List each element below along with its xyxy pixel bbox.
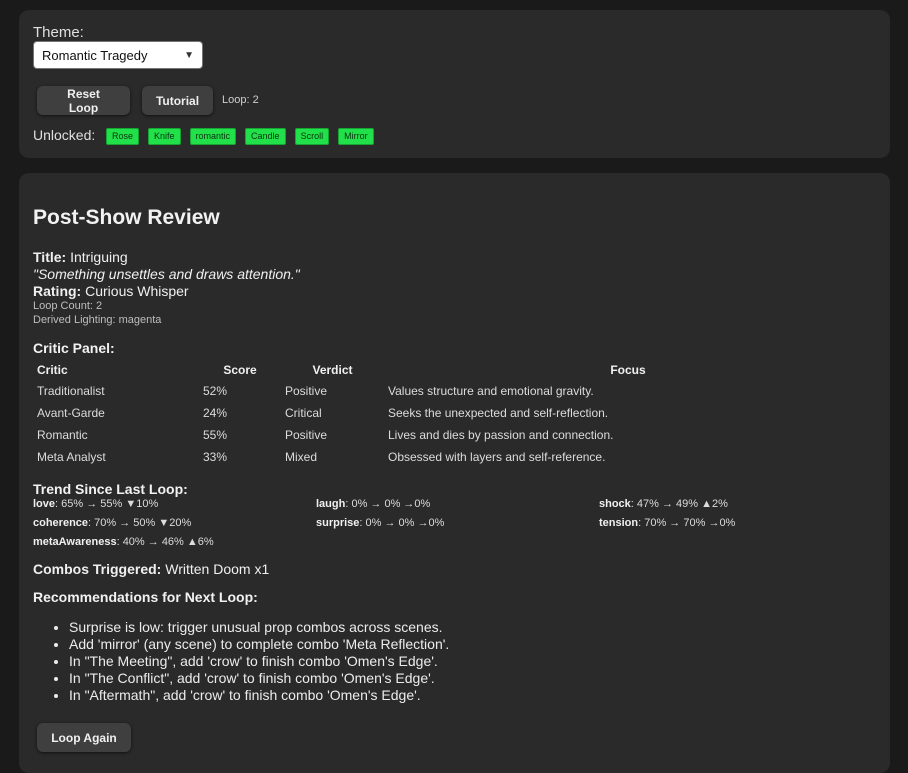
table-row: Avant-Garde 24% Critical Seeks the unexp… — [33, 402, 872, 424]
trend-name: laugh — [316, 498, 346, 510]
critic-table: Critic Score Verdict Focus Traditionalis… — [33, 360, 872, 468]
trend-values: : 40% → 46% ▲6% — [116, 536, 214, 548]
trend-heading: Trend Since Last Loop: — [33, 481, 188, 497]
critic-name: Romantic — [37, 428, 88, 442]
table-row: Meta Analyst 33% Mixed Obsessed with lay… — [33, 446, 872, 468]
review-panel: Post-Show Review Title: Intriguing "Some… — [19, 173, 890, 773]
review-quote: "Something unsettles and draws attention… — [33, 266, 300, 282]
column-header: Verdict — [312, 363, 353, 377]
trend-values: : 65% → 55% ▼10% — [55, 498, 159, 510]
list-item: Add 'mirror' (any scene) to complete com… — [69, 636, 449, 653]
critic-name: Traditionalist — [37, 384, 105, 398]
trend-values: : 0% → 0% →0% — [359, 517, 445, 529]
review-title-line: Title: Intriguing — [33, 249, 128, 265]
controls-panel: Theme: Romantic Tragedy ▼ Reset Loop Tut… — [19, 10, 890, 158]
critic-focus: Seeks the unexpected and self-reflection… — [388, 406, 609, 420]
trend-item: love: 65% → 55% ▼10% — [33, 496, 316, 512]
trend-item: coherence: 70% → 50% ▼20% — [33, 515, 316, 531]
table-row: Traditionalist 52% Positive Values struc… — [33, 380, 872, 402]
trend-values: : 0% → 0% →0% — [345, 498, 431, 510]
trend-grid: love: 65% → 55% ▼10% laugh: 0% → 0% →0% … — [33, 496, 873, 550]
derived-lighting: Derived Lighting: magenta — [33, 314, 162, 326]
column-header: Focus — [610, 363, 646, 377]
trend-values: : 47% → 49% ▲2% — [630, 498, 728, 510]
critic-name: Avant-Garde — [37, 406, 105, 420]
tutorial-button[interactable]: Tutorial — [142, 86, 213, 115]
column-header: Score — [223, 363, 257, 377]
theme-select-value: Romantic Tragedy — [42, 47, 148, 63]
title-value: Intriguing — [70, 249, 128, 265]
rating-label: Rating: — [33, 283, 82, 299]
critic-focus: Obsessed with layers and self-reference. — [388, 450, 606, 464]
trend-item: tension: 70% → 70% →0% — [599, 515, 873, 531]
critic-panel-heading: Critic Panel: — [33, 340, 115, 356]
combos-label: Combos Triggered: — [33, 561, 162, 577]
trend-name: surprise — [316, 517, 360, 529]
unlocked-tag: romantic — [189, 128, 237, 145]
chevron-down-icon: ▼ — [184, 49, 194, 61]
reset-loop-button[interactable]: Reset Loop — [37, 86, 130, 115]
loop-again-button[interactable]: Loop Again — [37, 723, 131, 752]
trend-values: : 70% → 70% →0% — [638, 517, 736, 529]
trend-name: metaAwareness — [33, 536, 117, 548]
trend-name: coherence — [33, 517, 89, 529]
unlocked-tag: Mirror — [338, 128, 374, 145]
trend-item: surprise: 0% → 0% →0% — [316, 515, 599, 531]
title-label: Title: — [33, 249, 67, 265]
critic-table-header: Critic Score Verdict Focus — [33, 360, 872, 380]
critic-focus: Lives and dies by passion and connection… — [388, 428, 614, 442]
theme-label: Theme: — [33, 24, 84, 41]
list-item: In "Aftermath", add 'crow' to finish com… — [69, 687, 449, 704]
unlocked-tag: Candle — [245, 128, 286, 145]
critic-score: 33% — [203, 450, 228, 464]
list-item: In "The Meeting", add 'crow' to finish c… — [69, 653, 449, 670]
review-heading: Post-Show Review — [33, 206, 220, 229]
trend-item: metaAwareness: 40% → 46% ▲6% — [33, 534, 316, 550]
unlocked-tag: Rose — [106, 128, 140, 145]
recommendations-list: Surprise is low: trigger unusual prop co… — [33, 619, 449, 704]
trend-name: shock — [599, 498, 631, 510]
rating-value: Curious Whisper — [85, 283, 189, 299]
critic-verdict: Critical — [285, 406, 322, 420]
trend-item: laugh: 0% → 0% →0% — [316, 496, 599, 512]
unlocked-tag: Knife — [148, 128, 181, 145]
column-header: Critic — [37, 363, 68, 377]
critic-score: 24% — [203, 406, 228, 420]
list-item: Surprise is low: trigger unusual prop co… — [69, 619, 449, 636]
table-row: Romantic 55% Positive Lives and dies by … — [33, 424, 872, 446]
trend-values: : 70% → 50% ▼20% — [88, 517, 192, 529]
trend-name: love — [33, 498, 56, 510]
critic-focus: Values structure and emotional gravity. — [388, 384, 594, 398]
critic-name: Meta Analyst — [37, 450, 106, 464]
trend-item: shock: 47% → 49% ▲2% — [599, 496, 873, 512]
critic-score: 52% — [203, 384, 228, 398]
review-rating-line: Rating: Curious Whisper — [33, 283, 189, 299]
unlocked-label: Unlocked: — [33, 127, 96, 143]
recommendations-heading: Recommendations for Next Loop: — [33, 589, 258, 605]
loop-counter: Loop: 2 — [222, 94, 259, 106]
critic-verdict: Positive — [285, 428, 328, 442]
trend-name: tension — [599, 517, 639, 529]
unlocked-tags: Rose Knife romantic Candle Scroll Mirror — [106, 128, 374, 145]
loop-count: Loop Count: 2 — [33, 300, 103, 312]
theme-select[interactable]: Romantic Tragedy ▼ — [33, 41, 203, 69]
unlocked-tag: Scroll — [294, 128, 330, 145]
combos-value: Written Doom x1 — [165, 561, 270, 577]
combos-line: Combos Triggered: Written Doom x1 — [33, 561, 269, 577]
list-item: In "The Conflict", add 'crow' to finish … — [69, 670, 449, 687]
critic-verdict: Positive — [285, 384, 328, 398]
critic-score: 55% — [203, 428, 228, 442]
critic-verdict: Mixed — [285, 450, 318, 464]
